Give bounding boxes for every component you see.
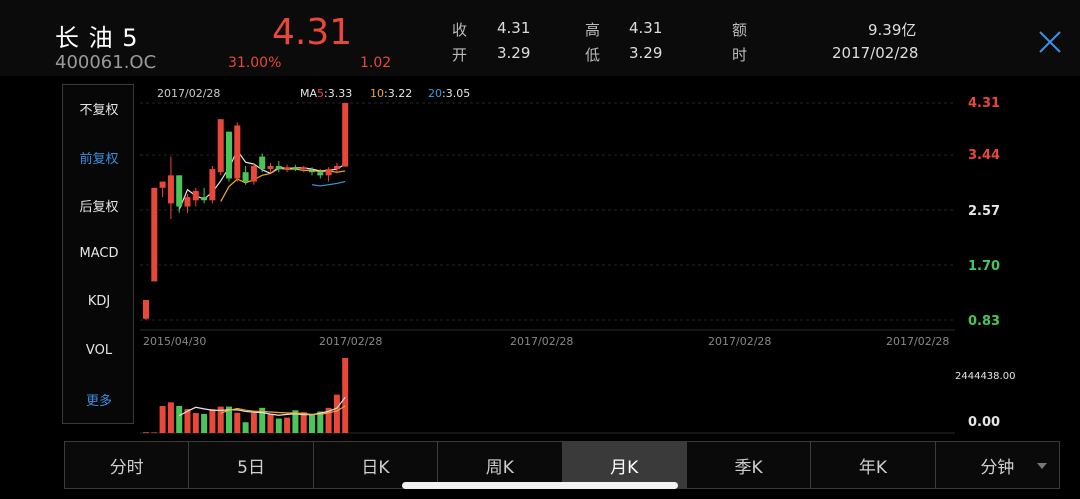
candle-body (167, 175, 174, 204)
volume-axis-zero: 0.00 (968, 415, 1000, 430)
tab-5day[interactable]: 5日 (189, 442, 314, 488)
candle-body (176, 175, 183, 207)
volume-axis-max: 2444438.00 (955, 371, 1015, 382)
candle-body (317, 172, 324, 176)
chart-grid (140, 102, 955, 434)
date-axis-label: 2017/02/28 (319, 335, 382, 348)
legend-ma10: 10:3.22 (370, 87, 412, 100)
candle-body (333, 165, 340, 170)
candle-body (275, 165, 282, 170)
volume-bar (143, 432, 149, 433)
candle-body (267, 165, 274, 170)
candle-body (259, 156, 266, 170)
price-axis-label: 0.83 (968, 314, 1000, 329)
more-option[interactable]: 更多 (63, 390, 135, 409)
volume-bar (234, 412, 241, 433)
ma20-value: :3.05 (442, 87, 470, 100)
backward-adjust-option[interactable]: 后复权 (63, 196, 135, 215)
tab-yearly-k[interactable]: 年K (811, 442, 936, 488)
home-indicator[interactable] (402, 482, 678, 489)
tab-label: 季K (734, 457, 763, 478)
tab-label: 5日 (237, 457, 265, 478)
volume-ma-lines (178, 396, 346, 417)
price-axis-label: 3.44 (968, 148, 1000, 163)
candle-body (192, 190, 199, 201)
tab-label: 周K (485, 457, 514, 478)
legend-date: 2017/02/28 (157, 87, 220, 100)
volume-ma5-line (178, 396, 346, 417)
tab-minute[interactable]: 分钟 (936, 442, 1059, 488)
volume-bar (309, 414, 315, 433)
volume-bar (267, 414, 274, 433)
candle-body (226, 131, 232, 179)
no-adjust-option[interactable]: 不复权 (63, 99, 135, 118)
volume-bar (342, 358, 349, 433)
ma20-key: 20 (428, 87, 442, 100)
forward-adjust-option[interactable]: 前复权 (63, 148, 135, 167)
date-axis-label: 2015/04/30 (143, 335, 206, 348)
tab-label: 分钟 (980, 457, 1015, 478)
volume-bar (275, 418, 282, 433)
date-axis-label: 2017/02/28 (708, 335, 771, 348)
candle-body (300, 167, 307, 170)
candle-body (309, 170, 315, 173)
ma5-prefix: MA (300, 87, 317, 100)
tab-intraday[interactable]: 分时 (65, 442, 190, 488)
chevron-down-icon (1037, 463, 1047, 469)
volume-bar (209, 409, 216, 433)
adjustment-indicator-panel: 不复权 前复权 后复权 MACD KDJ VOL 更多 (62, 84, 134, 424)
volume-bar (176, 405, 183, 433)
vol-option[interactable]: VOL (63, 343, 135, 358)
ma5-value: :3.33 (324, 87, 352, 100)
volume-bar (151, 432, 158, 433)
volume-bar (242, 422, 249, 433)
price-axis-label: 1.70 (968, 259, 1000, 274)
legend-ma20: 20:3.05 (428, 87, 470, 100)
tab-label: 日K (361, 457, 390, 478)
candle-body (217, 119, 224, 173)
tab-label: 年K (858, 457, 888, 478)
price-axis-label: 4.31 (968, 96, 1000, 111)
macd-option[interactable]: MACD (63, 246, 135, 261)
candle-body (284, 167, 291, 170)
kdj-option[interactable]: KDJ (63, 294, 135, 309)
volume-bar (201, 413, 208, 433)
kline-chart[interactable]: 2017/02/28 MA5:3.33 10:3.22 20:3.05 4.31… (0, 0, 1080, 440)
candle-body (292, 167, 299, 170)
tab-label: 月K (610, 457, 639, 478)
candles (143, 103, 349, 320)
ma5-key: 5 (317, 87, 324, 100)
candle-body (250, 165, 257, 182)
volume-bar (300, 412, 307, 433)
volume-bar (284, 417, 291, 433)
legend-ma: MA5:3.33 (300, 87, 352, 100)
ma20-line (311, 180, 346, 187)
candle-body (342, 103, 349, 167)
ma10-key: 10 (370, 87, 384, 100)
volume-bars (143, 358, 349, 433)
date-axis-label: 2017/02/28 (510, 335, 573, 348)
tab-label: 分时 (109, 457, 144, 478)
date-axis-label: 2017/02/28 (886, 335, 949, 348)
volume-bar (167, 402, 174, 433)
volume-bar (159, 405, 166, 433)
candle-body (184, 197, 191, 207)
candle-body (159, 181, 166, 188)
candle-body (201, 197, 208, 201)
tab-quarterly-k[interactable]: 季K (687, 442, 812, 488)
candle-body (143, 300, 149, 319)
candle-body (325, 169, 332, 176)
candle-body (234, 125, 241, 179)
candle-body (242, 172, 249, 182)
candle-body (151, 187, 158, 282)
volume-bar (192, 413, 199, 433)
volume-bar (250, 413, 257, 433)
ma10-value: :3.22 (384, 87, 412, 100)
candle-body (209, 169, 216, 201)
price-axis-label: 2.57 (968, 204, 1000, 219)
volume-bar (333, 394, 340, 433)
